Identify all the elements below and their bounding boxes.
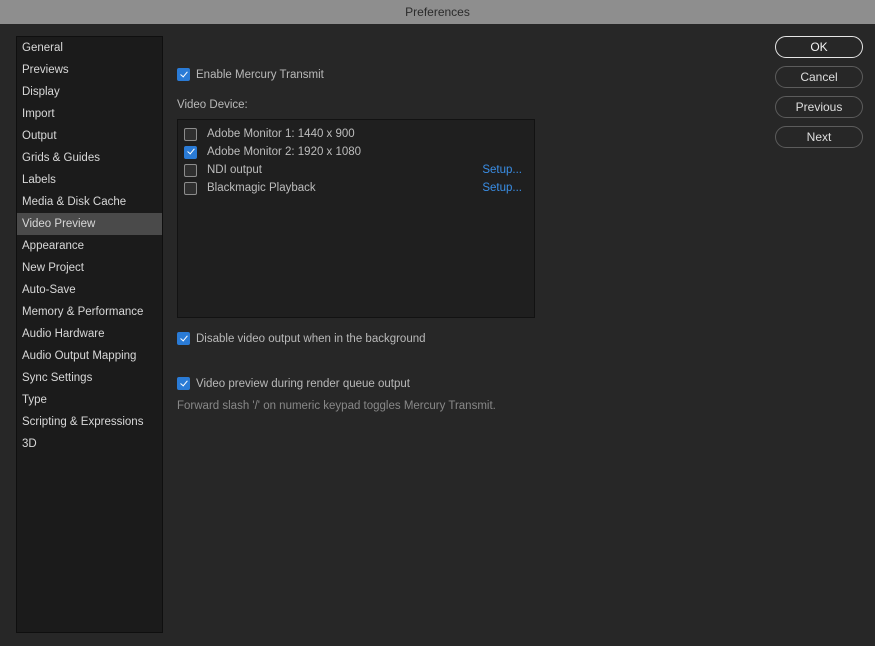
next-button[interactable]: Next: [775, 126, 863, 148]
device-setup-link[interactable]: Setup...: [482, 164, 528, 176]
sidebar-item-previews[interactable]: Previews: [17, 59, 162, 81]
cancel-button-label: Cancel: [800, 70, 837, 84]
device-checkbox[interactable]: [184, 164, 197, 177]
disable-video-background-label: Disable video output when in the backgro…: [196, 333, 426, 345]
sidebar-item-scripting-expressions[interactable]: Scripting & Expressions: [17, 411, 162, 433]
sidebar-item-label: Grids & Guides: [22, 152, 100, 164]
previous-button-label: Previous: [796, 100, 843, 114]
preferences-sidebar: General Previews Display Import Output Grids …: [16, 36, 163, 633]
sidebar-item-label: Import: [22, 108, 55, 120]
sidebar-item-label: Appearance: [22, 240, 84, 252]
sidebar-item-label: 3D: [22, 438, 37, 450]
sidebar-item-new-project[interactable]: New Project: [17, 257, 162, 279]
device-row[interactable]: Adobe Monitor 2: 1920 x 1080: [184, 143, 528, 161]
previous-button[interactable]: Previous: [775, 96, 863, 118]
cancel-button[interactable]: Cancel: [775, 66, 863, 88]
video-device-heading: Video Device:: [177, 99, 737, 111]
device-checkbox[interactable]: [184, 146, 197, 159]
next-button-label: Next: [807, 130, 832, 144]
window-titlebar: Preferences: [0, 0, 875, 24]
preview-during-render-label: Video preview during render queue output: [196, 378, 410, 390]
sidebar-item-label: Previews: [22, 64, 69, 76]
sidebar-item-audio-hardware[interactable]: Audio Hardware: [17, 323, 162, 345]
sidebar-item-auto-save[interactable]: Auto-Save: [17, 279, 162, 301]
preview-during-render-row[interactable]: Video preview during render queue output: [177, 377, 737, 390]
sidebar-item-label: Media & Disk Cache: [22, 196, 126, 208]
device-row[interactable]: Adobe Monitor 1: 1440 x 900: [184, 125, 528, 143]
sidebar-item-label: Labels: [22, 174, 56, 186]
device-label: Blackmagic Playback: [203, 182, 482, 194]
sidebar-item-label: New Project: [22, 262, 84, 274]
sidebar-item-media-disk-cache[interactable]: Media & Disk Cache: [17, 191, 162, 213]
sidebar-item-output[interactable]: Output: [17, 125, 162, 147]
ok-button-label: OK: [810, 40, 827, 54]
sidebar-item-label: Display: [22, 86, 60, 98]
sidebar-item-label: Type: [22, 394, 47, 406]
device-label: Adobe Monitor 1: 1440 x 900: [203, 128, 528, 140]
window-title: Preferences: [405, 5, 470, 19]
sidebar-item-import[interactable]: Import: [17, 103, 162, 125]
device-row[interactable]: Blackmagic PlaybackSetup...: [184, 179, 528, 197]
device-label: Adobe Monitor 2: 1920 x 1080: [203, 146, 528, 158]
button-column: OK Cancel Previous Next: [775, 36, 865, 156]
sidebar-item-label: Auto-Save: [22, 284, 76, 296]
ok-button[interactable]: OK: [775, 36, 863, 58]
device-checkbox[interactable]: [184, 182, 197, 195]
sidebar-item-label: Sync Settings: [22, 372, 92, 384]
sidebar-item-sync-settings[interactable]: Sync Settings: [17, 367, 162, 389]
sidebar-item-label: Audio Hardware: [22, 328, 104, 340]
sidebar-item-type[interactable]: Type: [17, 389, 162, 411]
enable-mercury-transmit-label: Enable Mercury Transmit: [196, 69, 324, 81]
sidebar-item-label: Output: [22, 130, 57, 142]
device-setup-link[interactable]: Setup...: [482, 182, 528, 194]
sidebar-item-audio-output-mapping[interactable]: Audio Output Mapping: [17, 345, 162, 367]
sidebar-item-3d[interactable]: 3D: [17, 433, 162, 455]
sidebar-item-label: Video Preview: [22, 218, 95, 230]
enable-mercury-transmit-row[interactable]: Enable Mercury Transmit: [177, 68, 737, 81]
video-device-list: Adobe Monitor 1: 1440 x 900 Adobe Monitor…: [177, 119, 535, 318]
disable-video-background-row[interactable]: Disable video output when in the backgro…: [177, 332, 737, 345]
sidebar-item-grids-guides[interactable]: Grids & Guides: [17, 147, 162, 169]
enable-mercury-transmit-checkbox[interactable]: [177, 68, 190, 81]
device-row[interactable]: NDI outputSetup...: [184, 161, 528, 179]
sidebar-item-video-preview[interactable]: Video Preview: [17, 213, 162, 235]
sidebar-item-general[interactable]: General: [17, 37, 162, 59]
sidebar-item-display[interactable]: Display: [17, 81, 162, 103]
device-label: NDI output: [203, 164, 482, 176]
content-panel: Enable Mercury Transmit Video Device: Ad…: [177, 36, 737, 412]
sidebar-item-label: Memory & Performance: [22, 306, 143, 318]
sidebar-item-label: Scripting & Expressions: [22, 416, 143, 428]
sidebar-item-appearance[interactable]: Appearance: [17, 235, 162, 257]
disable-video-background-checkbox[interactable]: [177, 332, 190, 345]
device-checkbox[interactable]: [184, 128, 197, 141]
sidebar-item-label: General: [22, 42, 63, 54]
hint-text: Forward slash '/' on numeric keypad togg…: [177, 400, 737, 412]
sidebar-item-memory-performance[interactable]: Memory & Performance: [17, 301, 162, 323]
preview-during-render-checkbox[interactable]: [177, 377, 190, 390]
window-body: General Previews Display Import Output Grids …: [0, 24, 875, 646]
sidebar-item-label: Audio Output Mapping: [22, 350, 136, 362]
sidebar-item-labels[interactable]: Labels: [17, 169, 162, 191]
